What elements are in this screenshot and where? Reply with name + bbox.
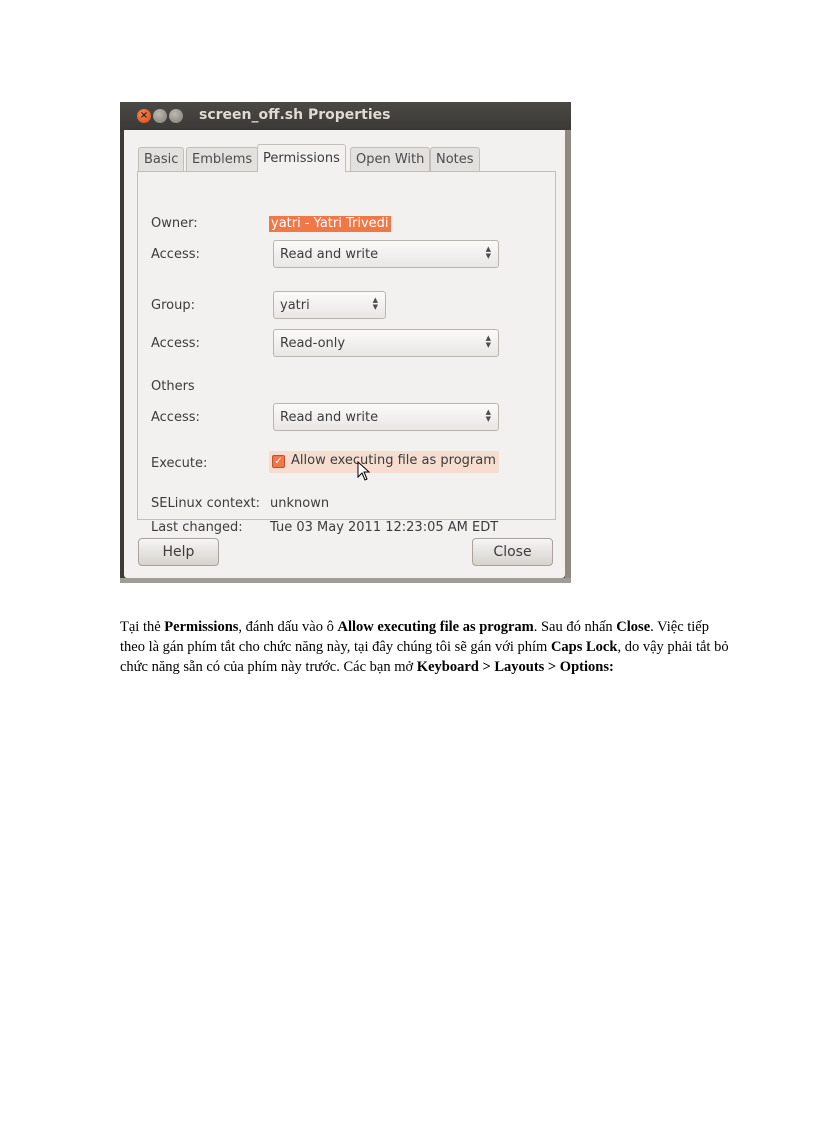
group-access-select[interactable]: Read-only ▲ ▼ <box>273 329 499 357</box>
para-bold-permissions: Permissions <box>164 618 239 635</box>
para-bold-allow-executing: Allow executing file as program <box>337 618 534 635</box>
tab-label: Permissions <box>263 151 340 166</box>
execute-checkbox-label[interactable]: Allow executing file as program <box>291 453 496 468</box>
window-close-icon[interactable]: × <box>137 109 151 123</box>
updown-arrows-icon: ▲ ▼ <box>485 408 491 423</box>
group-select[interactable]: yatri ▲ ▼ <box>273 291 386 319</box>
execute-row[interactable]: ✓ Allow executing file as program <box>269 451 499 473</box>
tab-label: Notes <box>436 152 474 167</box>
para-seg: Tại thẻ <box>120 618 165 635</box>
group-value: yatri <box>280 297 310 313</box>
tab-label: Open With <box>356 152 425 167</box>
close-button[interactable]: Close <box>472 538 553 566</box>
tab-basic[interactable]: Basic <box>138 147 185 171</box>
tab-label: Basic <box>144 152 179 167</box>
window-minimize-icon[interactable] <box>153 109 167 123</box>
owner-label: Owner: <box>151 216 198 231</box>
updown-arrows-icon: ▲ ▼ <box>485 334 491 349</box>
updown-arrows-icon: ▲ ▼ <box>485 245 491 260</box>
window-bottom-edge <box>120 578 571 583</box>
updown-arrows-icon: ▲ ▼ <box>372 296 378 311</box>
para-seg: . Sau đó nhấn <box>533 618 617 635</box>
tab-label: Emblems <box>192 152 253 167</box>
help-button[interactable]: Help <box>138 538 219 566</box>
selinux-label: SELinux context: <box>151 496 261 511</box>
window-title: screen_off.sh Properties <box>199 107 391 123</box>
group-access-label: Access: <box>151 336 200 351</box>
others-access-label: Access: <box>151 410 200 425</box>
owner-access-select[interactable]: Read and write ▲ ▼ <box>273 240 499 268</box>
para-bold-keyboard-path: Keyboard > Layouts > Options: <box>416 658 614 675</box>
window-titlebar: × screen_off.sh Properties <box>120 102 571 130</box>
tab-notes[interactable]: Notes <box>430 147 480 171</box>
tab-emblems[interactable]: Emblems <box>186 147 259 171</box>
properties-dialog-screenshot: × screen_off.sh Properties Basic Emblems… <box>120 102 571 583</box>
others-access-select[interactable]: Read and write ▲ ▼ <box>273 403 499 431</box>
para-bold-close: Close <box>616 618 651 635</box>
selinux-value: unknown <box>270 496 330 511</box>
owner-access-label: Access: <box>151 247 200 262</box>
window-maximize-icon[interactable] <box>169 109 183 123</box>
last-changed-label: Last changed: <box>151 520 243 535</box>
group-access-value: Read-only <box>280 335 346 351</box>
close-glyph: × <box>139 110 149 121</box>
para-seg: , đánh dấu vào ô <box>238 618 338 635</box>
execute-label: Execute: <box>151 456 208 471</box>
para-bold-caps-lock: Caps Lock <box>550 638 618 655</box>
group-label: Group: <box>151 298 195 313</box>
others-access-value: Read and write <box>280 409 379 425</box>
owner-value[interactable]: yatri - Yatri Trivedi <box>269 216 391 232</box>
tab-permissions[interactable]: Permissions <box>257 144 346 172</box>
dialog-body: Basic Emblems Permissions Open With Note… <box>124 130 565 578</box>
instruction-paragraph: Tại thẻ Permissions, đánh dấu vào ô Allo… <box>120 617 735 677</box>
execute-checkbox[interactable]: ✓ <box>272 455 285 468</box>
last-changed-value: Tue 03 May 2011 12:23:05 AM EDT <box>270 520 499 535</box>
tab-open-with[interactable]: Open With <box>350 147 431 171</box>
owner-access-value: Read and write <box>280 246 379 262</box>
others-label: Others <box>151 379 195 394</box>
window-edge <box>565 130 571 578</box>
